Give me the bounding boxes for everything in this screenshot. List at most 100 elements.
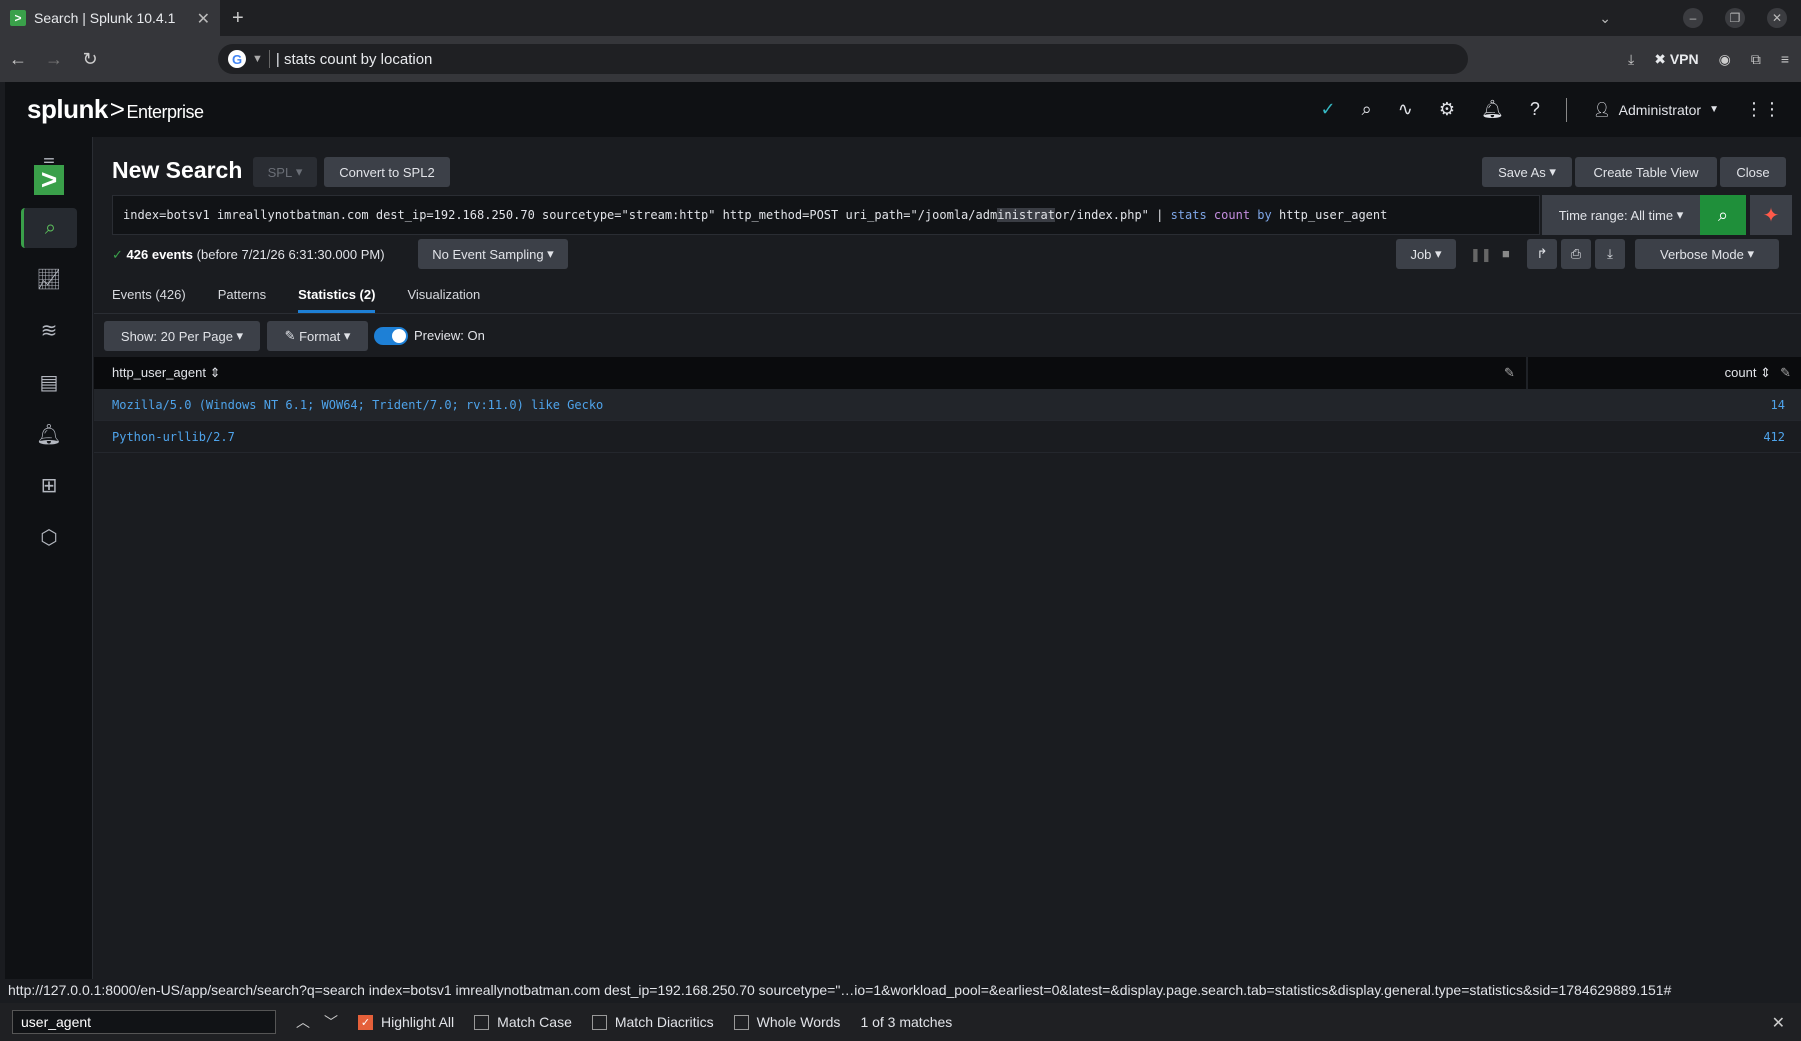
tab-statistics[interactable]: Statistics (2) xyxy=(298,287,376,313)
left-nav: ≡ > ⌕ 📈︎ ≋ ▤ 🔔︎ ⊞ ⬡ xyxy=(5,137,93,979)
address-bar-row: ← → ↻ G ▼ | stats count by location ⤓ ✖ … xyxy=(0,36,1801,82)
time-range-picker[interactable]: Time range: All time ▾ xyxy=(1542,195,1700,235)
export-icon[interactable]: ⤓ xyxy=(1595,239,1625,269)
reload-icon[interactable]: ↻ xyxy=(72,49,108,70)
page-title: New Search xyxy=(112,157,243,183)
find-bar: user_agent ︿ ﹀ ✓ Highlight All Match Case… xyxy=(0,1003,1801,1041)
apps-grid-icon[interactable]: ⋮⋮ xyxy=(1745,99,1781,120)
column-separator xyxy=(1526,357,1528,389)
browser-tab[interactable]: > Search | Splunk 10.4.1 ✕ xyxy=(0,0,220,36)
whole-words-checkbox[interactable]: Whole Words xyxy=(733,1014,840,1030)
menu-icon[interactable]: ≡ xyxy=(1781,51,1789,67)
preview-toggle[interactable] xyxy=(374,327,408,345)
back-icon[interactable]: ← xyxy=(0,49,36,70)
count-cell[interactable]: 412 xyxy=(1763,430,1785,444)
new-tab-button[interactable]: + xyxy=(232,7,244,30)
user-agent-cell[interactable]: Mozilla/5.0 (Windows NT 6.1; WOW64; Trid… xyxy=(112,398,603,412)
chevron-down-icon: ▼ xyxy=(1709,104,1719,115)
google-icon: G xyxy=(228,50,246,68)
search-icon[interactable]: ⌕ xyxy=(1362,99,1372,120)
bell-icon[interactable]: 🔔︎ xyxy=(1481,99,1504,120)
url-input[interactable]: G ▼ | stats count by location xyxy=(218,44,1468,74)
match-case-checkbox[interactable]: Match Case xyxy=(474,1014,572,1030)
nav-cube-icon[interactable]: ⬡ xyxy=(21,517,77,557)
run-search-button[interactable]: ⌕ xyxy=(1700,195,1746,235)
chevron-down-icon[interactable]: ▼ xyxy=(252,53,263,65)
convert-spl2-button[interactable]: Convert to SPL2 xyxy=(324,157,450,187)
sparkle-icon: ✦ xyxy=(1762,204,1780,227)
pencil-icon: ✎ xyxy=(284,328,296,343)
share-icon[interactable]: ↱ xyxy=(1527,239,1557,269)
download-icon[interactable]: ⤓ xyxy=(1628,51,1634,68)
find-previous-icon[interactable]: ︿ xyxy=(296,1012,310,1032)
highlight-all-checkbox[interactable]: ✓ Highlight All xyxy=(358,1014,454,1030)
header-divider xyxy=(1565,97,1567,122)
tab-visualization[interactable]: Visualization xyxy=(407,287,480,313)
nav-datasets-icon[interactable]: ≋ xyxy=(21,310,77,350)
tab-title: Search | Splunk 10.4.1 xyxy=(34,10,176,26)
table-row: Python-urllib/2.7 412 xyxy=(94,421,1801,453)
help-icon[interactable]: ? xyxy=(1530,99,1540,120)
nav-search-icon[interactable]: ⌕ xyxy=(21,208,77,248)
tab-close-icon[interactable]: ✕ xyxy=(197,9,210,29)
per-page-dropdown[interactable]: Show: 20 Per Page ▾ xyxy=(104,321,260,351)
vpn-button[interactable]: ✖ VPN xyxy=(1654,51,1698,68)
health-check-icon[interactable]: ✓ xyxy=(1321,99,1336,120)
spl-dropdown[interactable]: SPL ▾ xyxy=(253,157,317,187)
preview-label: Preview: On xyxy=(414,328,485,343)
url-text: | stats count by location xyxy=(275,50,433,68)
extensions-icon[interactable]: ⧉ xyxy=(1751,51,1761,68)
find-close-icon[interactable]: ✕ xyxy=(1772,1013,1785,1033)
tab-patterns[interactable]: Patterns xyxy=(218,287,266,313)
find-input[interactable]: user_agent xyxy=(12,1010,276,1034)
splunk-logo[interactable]: splunk> Enterprise xyxy=(27,94,204,125)
nav-dashboards-icon[interactable]: 📈︎ xyxy=(21,259,77,299)
table-header: http_user_agent ⇕ ✎ count ⇕ ✎ xyxy=(94,357,1801,389)
save-as-button[interactable]: Save As ▾ xyxy=(1482,157,1572,187)
user-agent-cell[interactable]: Python-urllib/2.7 xyxy=(112,430,235,444)
col-edit-pencil-icon[interactable]: ✎ xyxy=(1504,365,1515,381)
ai-assistant-button[interactable]: ✦ xyxy=(1750,195,1792,235)
match-diacritics-checkbox[interactable]: Match Diacritics xyxy=(591,1014,714,1030)
event-sampling-dropdown[interactable]: No Event Sampling ▾ xyxy=(418,239,568,269)
activity-icon[interactable]: ∿ xyxy=(1398,99,1413,120)
gear-icon[interactable]: ⚙ xyxy=(1439,99,1455,120)
table-row: Mozilla/5.0 (Windows NT 6.1; WOW64; Trid… xyxy=(94,389,1801,421)
tab-list-chevron-icon[interactable]: ⌄ xyxy=(1599,10,1611,27)
stop-icon[interactable]: ■ xyxy=(1502,246,1510,261)
events-summary: ✓ 426 events (before 7/21/26 6:31:30.000… xyxy=(112,247,385,262)
nav-alerts-icon[interactable]: 🔔︎ xyxy=(21,414,77,454)
minimize-icon[interactable]: – xyxy=(1683,8,1703,28)
status-bar-url: http://127.0.0.1:8000/en-US/app/search/s… xyxy=(0,979,1801,1003)
create-table-view-button[interactable]: Create Table View xyxy=(1575,157,1717,187)
browser-tab-bar: > Search | Splunk 10.4.1 ✕ + ⌄ – ❐ ✕ xyxy=(0,0,1801,36)
splunk-favicon-icon: > xyxy=(10,10,26,26)
splunk-header: splunk> Enterprise ✓ ⌕ ∿ ⚙ 🔔︎ ? 👤︎ Admini… xyxy=(5,82,1801,137)
match-count: 1 of 3 matches xyxy=(860,1014,953,1030)
search-main: New Search SPL ▾ Convert to SPL2 Save As… xyxy=(94,137,1801,979)
search-query-input[interactable]: index=botsv1 imreallynotbatman.com dest_… xyxy=(112,195,1540,235)
job-dropdown[interactable]: Job ▾ xyxy=(1396,239,1456,269)
nav-apps-icon[interactable]: ⊞ xyxy=(21,465,77,505)
print-icon[interactable]: ⎙ xyxy=(1561,239,1591,269)
user-icon: 👤︎ xyxy=(1592,101,1611,117)
col-edit-pencil-icon[interactable]: ✎ xyxy=(1780,365,1791,381)
splunk-app-logo-icon[interactable]: > xyxy=(34,164,64,195)
find-next-icon[interactable]: ﹀ xyxy=(324,1012,338,1032)
profile-icon[interactable]: ◉ xyxy=(1719,51,1731,68)
close-button[interactable]: Close xyxy=(1720,157,1786,187)
window-close-icon[interactable]: ✕ xyxy=(1767,8,1787,28)
pause-icon[interactable]: ❚❚ xyxy=(1470,247,1492,263)
col-header-user-agent[interactable]: http_user_agent ⇕ xyxy=(112,365,220,381)
format-dropdown[interactable]: ✎ Format ▾ xyxy=(267,321,368,351)
search-mode-dropdown[interactable]: Verbose Mode ▾ xyxy=(1635,239,1779,269)
checked-icon: ✓ xyxy=(358,1014,373,1030)
nav-reports-icon[interactable]: ▤ xyxy=(21,362,77,402)
restore-icon[interactable]: ❐ xyxy=(1725,8,1745,28)
forward-icon[interactable]: → xyxy=(36,49,72,70)
search-icon: ⌕ xyxy=(1717,204,1729,225)
user-menu[interactable]: 👤︎ Administrator ▼ xyxy=(1593,101,1719,118)
count-cell[interactable]: 14 xyxy=(1771,398,1785,412)
tab-events[interactable]: Events (426) xyxy=(112,287,186,313)
col-header-count[interactable]: count ⇕ xyxy=(1725,365,1771,381)
